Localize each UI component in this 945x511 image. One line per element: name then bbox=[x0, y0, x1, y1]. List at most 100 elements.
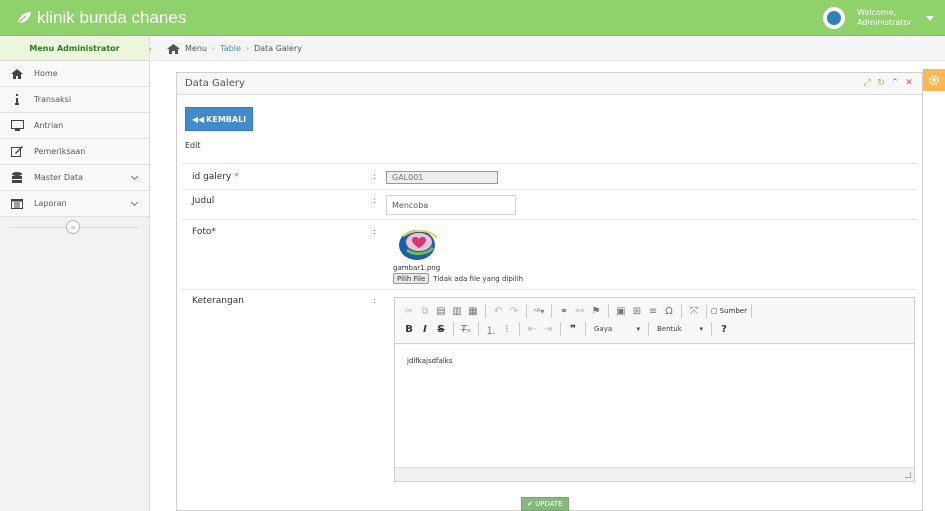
remove-format-icon[interactable]: T̶ₓ bbox=[458, 324, 474, 335]
sidebar-item-home[interactable]: Home bbox=[0, 61, 149, 87]
paste-text-icon[interactable]: ▥ bbox=[449, 306, 465, 317]
double-chevron-left-icon[interactable]: « bbox=[66, 220, 80, 234]
check-icon: ✔ bbox=[527, 500, 534, 508]
widget-title: Data Galery bbox=[185, 78, 245, 89]
horizontal-line-icon[interactable]: ≡ bbox=[645, 306, 661, 317]
close-icon[interactable]: ✕ bbox=[904, 78, 914, 88]
file-status: Tidak ada file yang dipilih bbox=[433, 274, 524, 283]
user-name: Administrator bbox=[857, 18, 912, 27]
info-icon bbox=[10, 94, 24, 106]
anchor-flag-icon[interactable]: ⚑ bbox=[588, 306, 604, 317]
resize-handle-icon[interactable] bbox=[905, 472, 911, 478]
settings-button[interactable] bbox=[923, 69, 945, 91]
form-row-keterangan: Keterangan : ✂ ⧉ ▤ ▥ ▦ ↶ ↷ ᴬᴮ▾ ⚭ ⚯ ⚑ ▣ ⊞… bbox=[182, 289, 917, 489]
blockquote-icon[interactable]: ❞ bbox=[565, 324, 581, 335]
judul-label: Judul bbox=[192, 196, 215, 206]
sidebar-item-label: Antrian bbox=[34, 121, 64, 130]
id-label: id galery bbox=[192, 172, 232, 182]
back-button[interactable]: ◀◀ KEMBALI bbox=[185, 107, 253, 131]
breadcrumb-item[interactable]: Table bbox=[220, 44, 241, 53]
editor-toolbar: ✂ ⧉ ▤ ▥ ▦ ↶ ↷ ᴬᴮ▾ ⚭ ⚯ ⚑ ▣ ⊞ ≡ Ω ⤧ ▢ Sumb… bbox=[395, 298, 914, 344]
section-label: Edit bbox=[185, 141, 201, 150]
sidebar-item-label: Transaksi bbox=[34, 95, 72, 104]
caret-down-icon: ▾ bbox=[699, 325, 703, 333]
help-icon[interactable]: ? bbox=[716, 324, 732, 335]
database-icon bbox=[10, 172, 24, 184]
cut-icon[interactable]: ✂ bbox=[401, 306, 417, 317]
italic-icon[interactable]: I bbox=[417, 324, 433, 335]
required-marker: * bbox=[234, 172, 239, 182]
form-row-foto: Foto* : gambar1.png Pilih File Tidak ada… bbox=[182, 219, 917, 289]
chevron-up-icon[interactable]: ⌃ bbox=[890, 78, 900, 88]
calendar-icon bbox=[10, 198, 24, 210]
unlink-icon[interactable]: ⚯ bbox=[572, 306, 588, 317]
strikethrough-icon[interactable]: S bbox=[433, 324, 449, 335]
sidebar-header: Menu Administrator bbox=[0, 37, 156, 61]
update-button[interactable]: ✔ UPDATE bbox=[521, 497, 569, 511]
sidebar-item-antrian[interactable]: Antrian bbox=[0, 113, 149, 139]
edit-icon bbox=[10, 146, 24, 158]
style-dropdown[interactable]: Bentuk ▾ bbox=[653, 325, 707, 333]
special-char-icon[interactable]: Ω bbox=[661, 306, 677, 317]
form-row-id: id galery * : GAL001 bbox=[182, 163, 917, 189]
sidebar-item-transaksi[interactable]: Transaksi bbox=[0, 87, 149, 113]
indent-icon[interactable]: ⇥ bbox=[540, 324, 556, 335]
form-row-judul: Judul : Mencoba bbox=[182, 189, 917, 219]
numbered-list-icon[interactable]: ⒈ bbox=[483, 322, 499, 337]
paste-word-icon[interactable]: ▦ bbox=[465, 306, 481, 317]
gear-icon bbox=[929, 75, 939, 85]
editor-footer bbox=[395, 467, 914, 481]
sidebar-item-master-data[interactable]: Master Data bbox=[0, 165, 149, 191]
spellcheck-icon[interactable]: ᴬᴮ▾ bbox=[531, 307, 547, 316]
breadcrumb-item[interactable]: Menu bbox=[185, 44, 207, 53]
sidebar-item-label: Home bbox=[34, 69, 58, 78]
judul-input[interactable]: Mencoba bbox=[386, 195, 516, 215]
caret-down-icon: ▾ bbox=[636, 325, 640, 333]
sidebar-item-laporan[interactable]: Laporan bbox=[0, 191, 149, 217]
image-icon[interactable]: ▣ bbox=[613, 306, 629, 317]
maximize-icon[interactable]: ⤧ bbox=[686, 306, 702, 317]
keterangan-label: Keterangan bbox=[192, 296, 244, 306]
sidebar-item-pemeriksaan[interactable]: Pemeriksaan bbox=[0, 139, 149, 165]
foto-label: Foto* bbox=[192, 227, 216, 237]
foto-preview-image bbox=[399, 230, 438, 260]
double-chevron-left-icon: ◀◀ bbox=[191, 114, 205, 124]
desktop-icon bbox=[10, 120, 24, 132]
sidebar: Menu Administrator Home Transaksi Antria… bbox=[0, 37, 156, 511]
format-dropdown[interactable]: Gaya ▾ bbox=[590, 325, 644, 333]
user-menu[interactable]: Welcome, Administrator bbox=[815, 0, 945, 36]
bulleted-list-icon[interactable]: ⁝ bbox=[499, 324, 515, 335]
home-icon bbox=[10, 68, 24, 80]
copy-icon[interactable]: ⧉ bbox=[417, 306, 433, 317]
paste-icon[interactable]: ▤ bbox=[433, 306, 449, 317]
editor-content-area[interactable]: jdlfkajsdfalks bbox=[395, 345, 914, 467]
expand-icon[interactable]: ⤢ bbox=[862, 78, 872, 88]
top-navbar: klinik bunda chanes Welcome, Administrat… bbox=[0, 0, 945, 36]
leaf-icon bbox=[16, 12, 31, 25]
redo-icon[interactable]: ↷ bbox=[506, 306, 522, 317]
source-button[interactable]: ▢ Sumber bbox=[711, 307, 747, 315]
home-icon bbox=[167, 43, 180, 54]
id-galery-input[interactable]: GAL001 bbox=[386, 171, 498, 184]
brand[interactable]: klinik bunda chanes bbox=[16, 8, 186, 28]
breadcrumb-item: Data Galery bbox=[254, 44, 302, 53]
bold-icon[interactable]: B bbox=[401, 324, 417, 335]
sidebar-item-label: Master Data bbox=[34, 173, 83, 182]
brand-name: klinik bunda chanes bbox=[37, 8, 187, 27]
foto-filename: gambar1.png bbox=[393, 264, 441, 272]
caret-down-icon bbox=[925, 15, 934, 21]
data-galery-widget: Data Galery ⤢ ↻ ⌃ ✕ ◀◀ KEMBALI Edit id g… bbox=[176, 72, 923, 511]
sidebar-item-label: Laporan bbox=[34, 199, 67, 208]
outdent-icon[interactable]: ⇤ bbox=[524, 324, 540, 335]
table-icon[interactable]: ⊞ bbox=[629, 306, 645, 317]
breadcrumb: Menu › Table › Data Galery bbox=[151, 37, 945, 61]
avatar bbox=[823, 7, 845, 29]
link-icon[interactable]: ⚭ bbox=[556, 306, 572, 317]
welcome-text: Welcome, bbox=[857, 8, 897, 17]
chevron-down-icon bbox=[130, 198, 139, 207]
reload-icon[interactable]: ↻ bbox=[876, 78, 886, 88]
choose-file-button[interactable]: Pilih File bbox=[393, 273, 430, 284]
undo-icon[interactable]: ↶ bbox=[490, 306, 506, 317]
rich-text-editor: ✂ ⧉ ▤ ▥ ▦ ↶ ↷ ᴬᴮ▾ ⚭ ⚯ ⚑ ▣ ⊞ ≡ Ω ⤧ ▢ Sumb… bbox=[394, 297, 915, 482]
sidebar-item-label: Pemeriksaan bbox=[34, 147, 86, 156]
